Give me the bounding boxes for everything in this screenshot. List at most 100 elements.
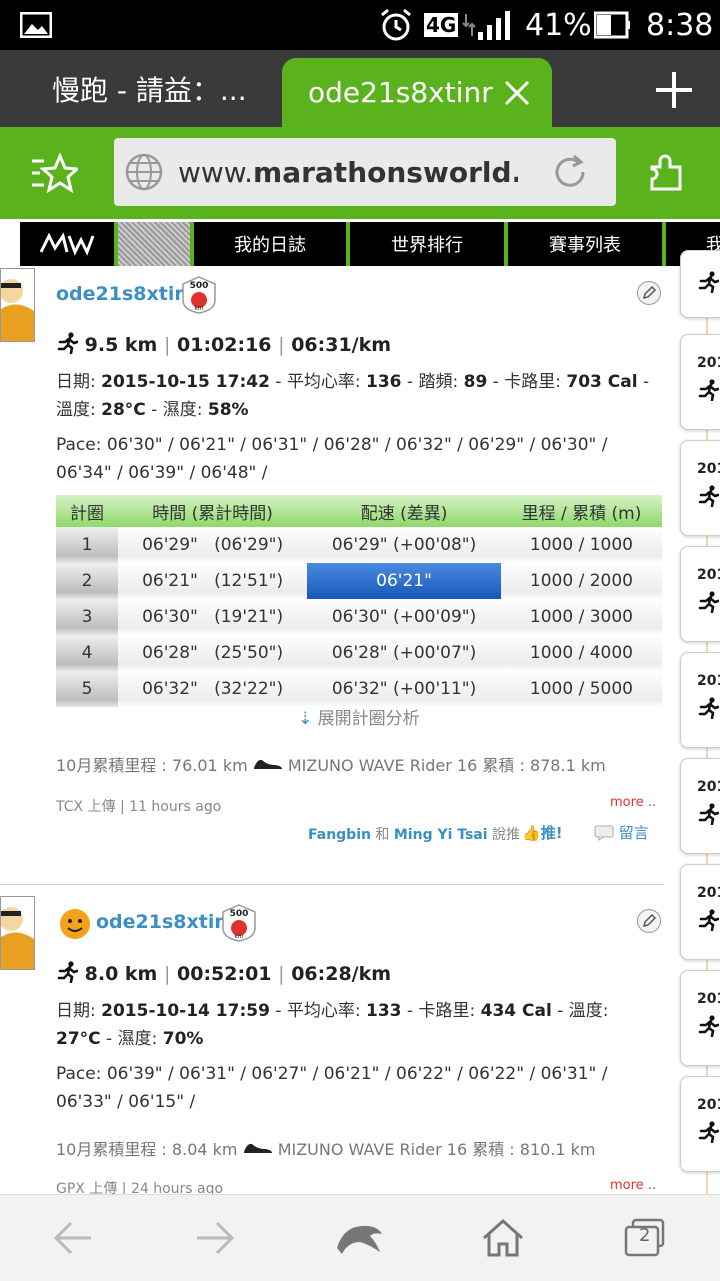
timeline-card[interactable]: 201 — [680, 334, 720, 430]
status-bar: 4G 41% 8:38 — [0, 0, 720, 50]
runner-icon — [56, 961, 79, 988]
tab-label: ode21s8xtinr — [308, 76, 493, 109]
run-details: 日期: 2015-10-14 17:59 - 平均心率: 133 - 卡路里: … — [56, 1001, 609, 1049]
tab-active-profile[interactable]: ode21s8xtinr — [282, 58, 552, 127]
badge-unit: km — [194, 305, 204, 312]
run-summary: 9.5 km | 01:02:16 | 06:31/km — [56, 332, 391, 359]
timeline-card[interactable]: 201 — [680, 758, 720, 854]
battery-icon — [594, 0, 630, 50]
nav-my-journal[interactable]: 我的日誌 — [190, 222, 346, 266]
bookmark-star-icon[interactable] — [30, 152, 81, 197]
runner-icon — [697, 803, 720, 829]
distance: 9.5 km — [84, 334, 158, 356]
runner-icon — [697, 697, 720, 723]
nav-thumb[interactable] — [114, 222, 190, 266]
expand-label: 展開計圈分析 — [317, 709, 420, 729]
comment-icon — [594, 825, 614, 845]
expand-laps-link[interactable]: ⇣ 展開計圈分析 — [298, 704, 420, 729]
avatar[interactable] — [0, 268, 35, 342]
timeline-card[interactable]: 201 — [680, 970, 720, 1066]
comment-label: 留言 — [618, 824, 649, 842]
badge-label: 500 — [189, 281, 209, 291]
nav-label: 我的日誌 — [234, 235, 306, 256]
timeline-card[interactable]: 201 — [680, 546, 720, 642]
run-details: 日期: 2015-10-15 17:42 - 平均心率: 136 - 踏頻: 8… — [56, 372, 650, 420]
timeline-card[interactable] — [680, 250, 720, 318]
nav-label: 世界排行 — [391, 235, 463, 256]
edit-pencil-icon[interactable] — [637, 909, 661, 933]
extension-puzzle-icon[interactable] — [648, 153, 684, 197]
runner-icon — [697, 485, 720, 511]
shoe-icon — [243, 1140, 273, 1159]
upload-info: TCX 上傳 | 11 hours ago — [56, 799, 222, 815]
gallery-notification-icon — [20, 0, 52, 50]
lap-table: 計圈 時間 (累計時間) 配速 (差異) 里程 / 累積 (m) 1 06'29… — [56, 495, 662, 707]
tab-bar: 慢跑 - 請益：... ode21s8xtinr — [0, 50, 720, 127]
browser-toolbar: 2 — [0, 1194, 720, 1281]
badge-500km-icon: 500 km — [182, 276, 216, 314]
pace-splits: Pace: 06'39" / 06'31" / 06'27" / 06'21" … — [56, 1064, 608, 1112]
post-divider — [0, 884, 664, 885]
runner-icon — [697, 591, 720, 617]
forward-arrow-icon[interactable] — [170, 1195, 260, 1281]
timeline-card[interactable]: 201 — [680, 440, 720, 536]
timeline-card[interactable]: 201 — [680, 652, 720, 748]
url-text: www.marathonsworld.... — [178, 155, 518, 189]
table-row: 5 06'32" (32'22") 06'32" (+00'11") 1000 … — [56, 671, 662, 707]
likes-line: Fangbin 和 Ming Yi Tsai 說推 · — [308, 827, 529, 843]
shoe-icon — [253, 756, 283, 775]
timeline-card[interactable]: 201 — [680, 864, 720, 960]
nav-world-ranking[interactable]: 世界排行 — [346, 222, 504, 266]
more-link[interactable]: more .. — [610, 1178, 656, 1193]
edit-pencil-icon[interactable] — [637, 281, 661, 305]
url-bar: www.marathonsworld.... — [0, 127, 720, 219]
tab-switcher-icon[interactable]: 2 — [600, 1195, 690, 1281]
col-pace: 配速 (差異) — [307, 495, 501, 527]
run-summary: 8.0 km | 00:52:01 | 06:28/km — [56, 961, 391, 988]
clock: 8:38 — [646, 7, 714, 43]
arrow-down-icon: ⇣ — [298, 709, 313, 729]
close-tab-icon[interactable] — [503, 79, 531, 107]
back-arrow-icon[interactable] — [28, 1195, 118, 1281]
timeline-card[interactable]: 201 — [680, 1076, 720, 1172]
col-lap: 計圈 — [56, 495, 118, 527]
table-row: 3 06'30" (19'21") 06'30" (+00'09") 1000 … — [56, 599, 662, 635]
push-label: 推! — [540, 824, 563, 842]
tab-label: 慢跑 - 請益：... — [52, 73, 247, 107]
tab-slow-jog[interactable]: 慢跑 - 請益：... — [0, 50, 300, 127]
runner-icon — [697, 271, 720, 297]
lap-table-header: 計圈 時間 (累計時間) 配速 (差異) 里程 / 累積 (m) — [56, 495, 662, 527]
home-icon[interactable] — [458, 1195, 548, 1281]
comment-button[interactable]: 留言 — [594, 822, 649, 845]
site-logo[interactable] — [20, 222, 114, 266]
new-tab-icon[interactable] — [654, 70, 694, 114]
table-row: 4 06'28" (25'50") 06'28" (+00'07") 1000 … — [56, 635, 662, 671]
avg-pace: 06:31/km — [291, 334, 392, 356]
nav-race-list[interactable]: 賽事列表 — [504, 222, 662, 266]
badge-500km-icon: 500 km — [222, 904, 256, 942]
liker-link[interactable]: Ming Yi Tsai — [394, 827, 488, 843]
more-link[interactable]: more .. — [610, 795, 656, 810]
runner-icon — [697, 1015, 720, 1041]
globe-icon — [124, 152, 164, 196]
nav-label: 賽事列表 — [549, 235, 621, 256]
avg-pace: 06:28/km — [291, 963, 392, 985]
monthly-summary: 10月累積里程 : 8.04 km MIZUNO WAVE Rider 16 累… — [56, 1140, 596, 1159]
monthly-summary: 10月累積里程 : 76.01 km MIZUNO WAVE Rider 16 … — [56, 756, 606, 775]
shoe-mileage: MIZUNO WAVE Rider 16 累積 : 878.1 km — [287, 756, 606, 775]
runner-icon — [697, 379, 720, 405]
runner-icon — [697, 909, 720, 935]
push-button[interactable]: 👍推! — [522, 822, 563, 843]
post-username[interactable]: ode21s8xtinr — [56, 283, 197, 305]
liker-link[interactable]: Fangbin — [308, 827, 371, 843]
avatar[interactable] — [0, 896, 35, 970]
address-field[interactable]: www.marathonsworld.... — [114, 138, 616, 206]
signal-icon — [462, 0, 512, 50]
pace-splits: Pace: 06'30" / 06'21" / 06'31" / 06'28" … — [56, 435, 608, 483]
fastest-lap-pace: 06'21" — [307, 563, 501, 599]
duration: 01:02:16 — [177, 334, 272, 356]
site-nav: 我的日誌 世界排行 賽事列表 我 — [0, 222, 720, 266]
dolphin-menu-icon[interactable] — [314, 1195, 404, 1281]
reload-icon[interactable] — [550, 152, 590, 196]
post-username[interactable]: ode21s8xtinr — [96, 911, 237, 933]
